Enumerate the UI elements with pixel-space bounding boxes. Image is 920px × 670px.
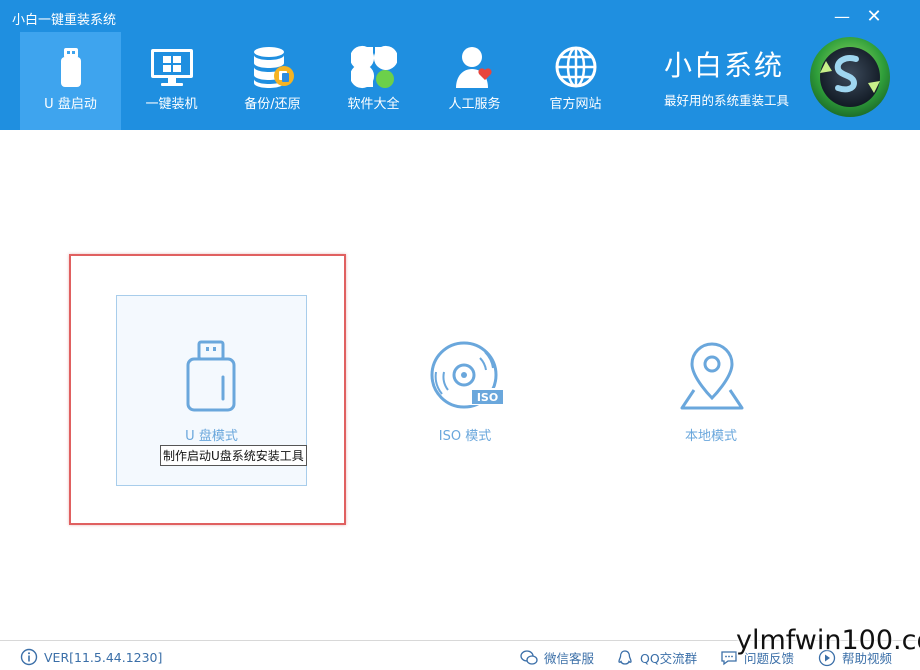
brand-name: 小白系统 xyxy=(664,49,785,82)
brand-tagline: 最好用的系统重装工具 xyxy=(664,93,790,108)
usb-mode-label: U 盘模式 xyxy=(185,429,238,444)
customer-service-icon xyxy=(455,47,492,88)
iso-disc-icon: ISO xyxy=(430,341,504,409)
nav-item-usb-boot[interactable]: U 盘启动 xyxy=(20,32,121,130)
usb-mode-tooltip: 制作启动U盘系统安装工具 xyxy=(160,445,307,466)
info-icon xyxy=(20,648,38,666)
minimize-button[interactable]: — xyxy=(830,6,854,28)
apps-icon xyxy=(350,45,397,89)
app-title: 小白一键重装系统 xyxy=(12,13,117,28)
qq-label: QQ交流群 xyxy=(640,651,698,666)
usb-drive-icon xyxy=(60,48,81,87)
version-info[interactable]: VER[11.5.44.1230] xyxy=(20,648,162,666)
main-nav: U 盘启动 一键装机 备份/还原 软件大全 人工服务 官方网站 xyxy=(20,32,626,130)
wechat-service-link[interactable]: 微信客服 xyxy=(520,648,594,667)
database-backup-icon xyxy=(253,47,294,88)
nav-item-backup-restore[interactable]: 备份/还原 xyxy=(222,32,323,130)
nav-item-official-site[interactable]: 官方网站 xyxy=(525,32,626,130)
nav-label: 备份/还原 xyxy=(244,97,301,112)
usb-drive-icon xyxy=(186,340,236,412)
nav-label: U 盘启动 xyxy=(44,97,97,112)
iso-badge-text: ISO xyxy=(477,391,498,404)
nav-label: 官方网站 xyxy=(549,97,602,112)
nav-label: 一键装机 xyxy=(145,97,198,112)
qq-penguin-icon xyxy=(618,649,632,665)
monitor-windows-icon xyxy=(150,49,193,86)
nav-item-software[interactable]: 软件大全 xyxy=(323,32,424,130)
title-bar: 小白一键重装系统 — ✕ U 盘启动 一键装机 备份/还原 软件大全 人工服务 … xyxy=(0,0,920,130)
wechat-label: 微信客服 xyxy=(544,651,595,666)
brand-logo-icon xyxy=(810,37,890,117)
globe-icon xyxy=(555,46,596,88)
nav-item-one-click-install[interactable]: 一键装机 xyxy=(121,32,222,130)
local-mode-label: 本地模式 xyxy=(684,429,737,444)
watermark-text: ylmfwin100.com xyxy=(736,625,920,656)
nav-label: 软件大全 xyxy=(347,97,400,112)
nav-label: 人工服务 xyxy=(448,97,501,112)
close-button[interactable]: ✕ xyxy=(862,6,886,28)
wechat-icon xyxy=(520,649,538,665)
iso-mode-label: ISO 模式 xyxy=(438,429,492,444)
version-text: VER[11.5.44.1230] xyxy=(44,649,163,665)
location-pin-icon xyxy=(680,342,744,410)
nav-item-manual-service[interactable]: 人工服务 xyxy=(424,32,525,130)
qq-group-link[interactable]: QQ交流群 xyxy=(616,648,697,667)
